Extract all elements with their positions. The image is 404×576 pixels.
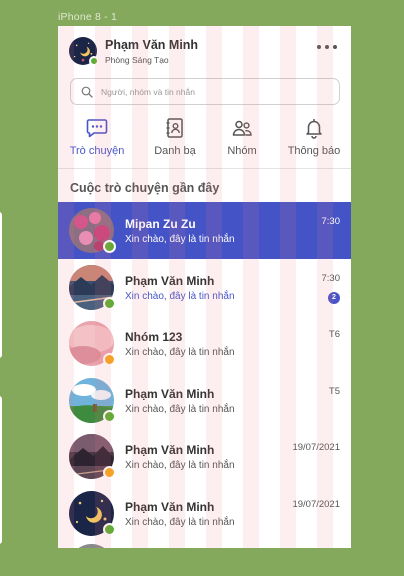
avatar xyxy=(69,434,116,479)
edge-panel-handle xyxy=(0,212,2,358)
search-icon xyxy=(81,86,93,98)
conversation-item[interactable]: Phạm Văn Minh Xin chào, đây là tin nhắn … xyxy=(58,259,351,316)
phone-screen: Phạm Văn Minh Phòng Sáng Tạo Trò chuyện xyxy=(58,26,351,548)
message-time: 19/07/2021 xyxy=(292,498,340,510)
message-preview: Xin chào, đây là tin nhắn xyxy=(125,347,235,358)
tab-label: Danh bạ xyxy=(154,145,196,157)
conversation-item[interactable]: Phạm Văn Minh Xin chào, đây là tin nhắn … xyxy=(58,428,351,485)
online-status-dot xyxy=(103,522,116,536)
conversation-name: Nhóm 123 xyxy=(125,330,183,344)
message-preview: Xin chào, đây là tin nhắn xyxy=(125,290,235,302)
user-name: Phạm Văn Minh xyxy=(105,38,199,52)
chat-bubble-icon xyxy=(86,119,108,138)
bell-icon xyxy=(306,119,322,139)
conversation-item[interactable]: Phạm Văn Minh Xin chào, đây là tin nhắn … xyxy=(58,485,351,542)
search-box[interactable] xyxy=(70,78,340,105)
away-status-dot xyxy=(103,466,116,479)
online-status-dot xyxy=(103,409,116,423)
main-tabs: Trò chuyện Danh bạ Nhóm Thông báo xyxy=(58,114,351,164)
tab-label: Trò chuyện xyxy=(69,145,125,157)
tab-label: Nhóm xyxy=(227,145,257,157)
edge-panel-handle xyxy=(0,396,2,544)
message-preview: Xin chào, đây là tin nhắn xyxy=(125,403,235,415)
app-header: Phạm Văn Minh Phòng Sáng Tạo xyxy=(58,26,351,76)
tab-groups[interactable]: Nhóm xyxy=(207,114,277,164)
message-preview: Xin chào, đây là tin nhắn xyxy=(125,234,235,245)
more-options-button[interactable] xyxy=(317,42,337,52)
conversation-name: Phạm Văn Minh xyxy=(125,386,215,401)
message-time: 19/07/2021 xyxy=(292,442,340,453)
dot-icon xyxy=(317,45,321,49)
dot-icon xyxy=(333,45,337,49)
section-title: Cuộc trò chuyện gần đây xyxy=(70,181,220,195)
avatar xyxy=(69,490,116,536)
tab-chat[interactable]: Trò chuyện xyxy=(62,114,132,164)
avatar xyxy=(69,377,116,423)
message-preview: Xin chào, đây là tin nhắn xyxy=(125,460,235,471)
conversation-item[interactable]: Mipan Zu Zu Xin chào, đây là tin nhắn 7:… xyxy=(58,202,351,259)
conversation-name: Mipan Zu Zu xyxy=(125,217,196,231)
dot-icon xyxy=(325,45,329,49)
avatar xyxy=(69,544,114,548)
conversation-name: Phạm Văn Minh xyxy=(125,443,215,457)
conversation-name: Phạm Văn Minh xyxy=(125,499,215,514)
conversation-list: Mipan Zu Zu Xin chào, đây là tin nhắn 7:… xyxy=(58,202,351,541)
conversation-name: Phạm Văn Minh xyxy=(125,273,215,288)
divider xyxy=(58,168,351,169)
message-time: T6 xyxy=(328,329,340,340)
avatar[interactable] xyxy=(69,37,99,66)
conversation-item[interactable]: Nhóm 123 Xin chào, đây là tin nhắn T6 xyxy=(58,315,351,372)
message-time: T5 xyxy=(328,385,340,397)
message-time: 7:30 xyxy=(321,216,341,227)
conversation-item[interactable]: Phạm Văn Minh Xin chào, đây là tin nhắn … xyxy=(58,372,351,429)
tab-label: Thông báo xyxy=(287,145,341,157)
artboard-label: iPhone 8 - 1 xyxy=(58,11,118,23)
avatar xyxy=(69,208,116,253)
online-status-dot xyxy=(103,296,116,310)
message-preview: Xin chào, đây là tin nhắn xyxy=(125,516,235,528)
contacts-book-icon xyxy=(166,118,183,138)
avatar xyxy=(69,264,116,310)
online-status-dot xyxy=(103,240,116,253)
tab-notifications[interactable]: Thông báo xyxy=(279,114,349,164)
unread-count-badge: 2 xyxy=(328,291,340,304)
away-status-dot xyxy=(103,353,116,366)
online-status-dot xyxy=(89,56,99,66)
search-input[interactable] xyxy=(101,84,331,100)
avatar xyxy=(69,321,116,366)
tab-contacts[interactable]: Danh bạ xyxy=(140,114,210,164)
message-time: 7:30 xyxy=(321,272,341,284)
group-icon xyxy=(232,120,252,136)
user-department: Phòng Sáng Tạo xyxy=(105,55,169,65)
